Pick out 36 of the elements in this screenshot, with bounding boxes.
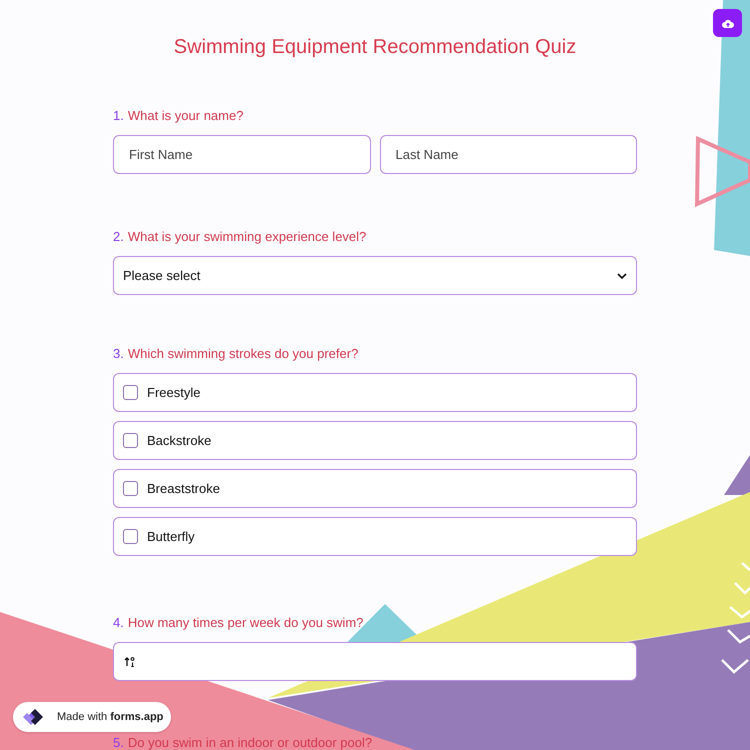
made-with-badge[interactable]: Made with forms.app xyxy=(13,702,172,732)
question-number: 4. xyxy=(113,615,124,631)
sort-numeric-icon xyxy=(124,656,135,666)
text-input-field[interactable]: Last Name xyxy=(380,135,637,174)
cloud-upload-icon xyxy=(722,18,734,28)
text-input-field[interactable]: First Name xyxy=(113,135,370,174)
background-triangle xyxy=(724,455,750,495)
chevron-down-icon xyxy=(617,272,627,278)
checkbox-option[interactable]: Butterfly xyxy=(113,517,637,556)
checkbox[interactable] xyxy=(123,481,138,496)
question-label: Which swimming strokes do you prefer? xyxy=(128,346,358,362)
question-label: Do you swim in an indoor or outdoor pool? xyxy=(128,736,372,750)
checkbox[interactable] xyxy=(123,385,138,400)
question-number: 1. xyxy=(113,108,124,124)
number-input-field[interactable] xyxy=(113,642,637,681)
select-dropdown[interactable]: Please select xyxy=(113,256,637,295)
checkbox-option[interactable]: Freestyle xyxy=(113,373,637,412)
option-label: Freestyle xyxy=(147,384,200,402)
checkbox-option[interactable]: Backstroke xyxy=(113,421,637,460)
question-label: What is your swimming experience level? xyxy=(128,229,366,245)
triangle-outline xyxy=(694,136,750,208)
option-label: Breaststroke xyxy=(147,480,220,498)
form-title: Swimming Equipment Recommendation Quiz xyxy=(174,35,576,60)
badge-text: Made with forms.app xyxy=(57,710,164,725)
question-label: What is your name? xyxy=(128,108,244,124)
checkbox-option[interactable]: Breaststroke xyxy=(113,469,637,508)
question-number: 5. xyxy=(113,736,124,750)
question-number: 3. xyxy=(113,346,124,362)
question-label: How many times per week do you swim? xyxy=(128,615,364,631)
select-value: Please select xyxy=(123,266,200,285)
option-label: Butterfly xyxy=(147,528,195,546)
option-label: Backstroke xyxy=(147,432,212,450)
checkbox[interactable] xyxy=(123,529,138,544)
checkbox[interactable] xyxy=(123,433,138,448)
upload-button[interactable] xyxy=(713,9,742,37)
question-number: 2. xyxy=(113,229,124,245)
